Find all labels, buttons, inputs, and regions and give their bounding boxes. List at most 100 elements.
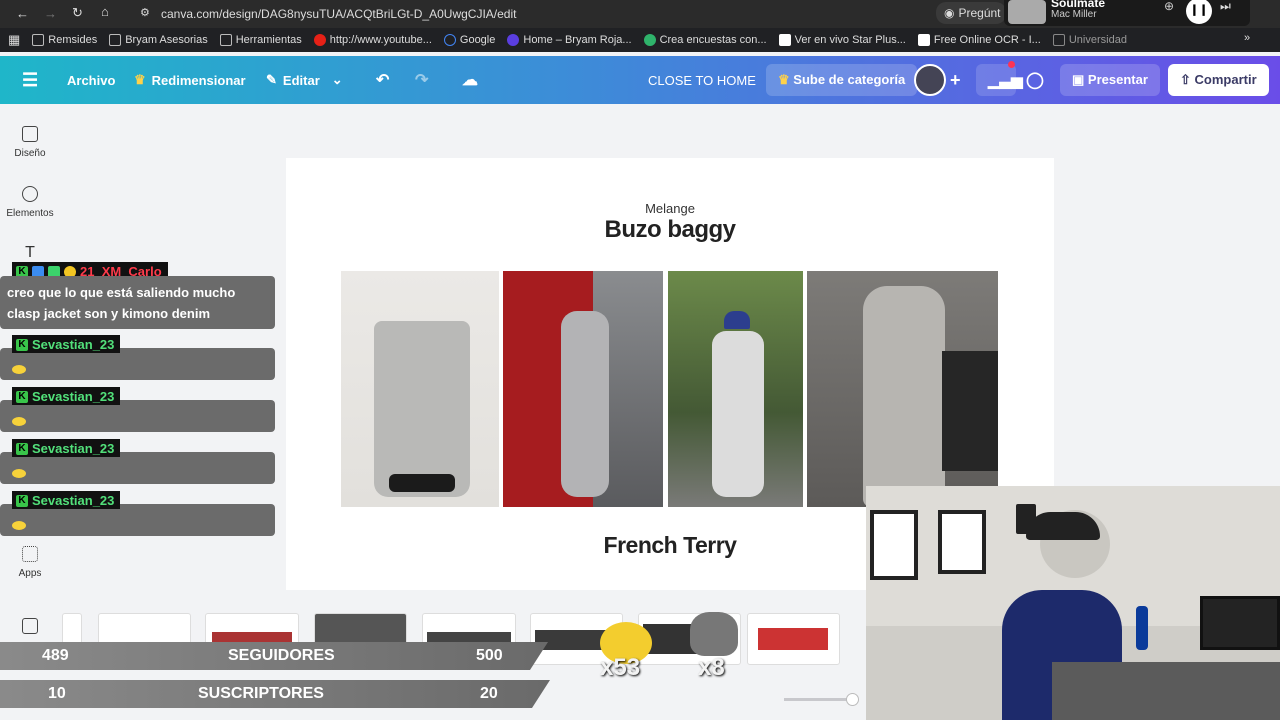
person-shape (561, 311, 609, 497)
url-text[interactable]: canva.com/design/DAG8nysuTUA/ACQtBriLGt-… (161, 7, 516, 21)
upgrade-button[interactable]: ♛ Sube de categoría (766, 64, 918, 96)
bookmark-bryam-asesorias[interactable]: Bryam Asesorias (109, 34, 208, 46)
cloud-sync-icon[interactable]: ☁ (462, 56, 478, 104)
next-track-icon[interactable]: ⏭ (1220, 0, 1231, 14)
comment-icon[interactable]: ◯ (1026, 56, 1044, 104)
site-settings-icon[interactable]: ⚙ (140, 6, 150, 19)
present-icon: ▣ (1072, 72, 1085, 87)
page-title[interactable]: Buzo baggy (286, 216, 1054, 244)
chat-username: Sevastian_23 (32, 389, 115, 404)
frame-2-shape (938, 510, 986, 574)
ask-button[interactable]: ◉ Pregúnt (936, 2, 1006, 24)
redo-icon[interactable]: ↷ (415, 56, 428, 104)
more-bookmarks-icon[interactable]: » (1244, 32, 1250, 44)
add-collaborator-icon[interactable]: + (950, 56, 961, 104)
design-title-text: CLOSE TO HOME (648, 72, 756, 88)
resize-button[interactable]: ♛ Redimensionar (134, 56, 246, 104)
emote-icon (12, 469, 26, 478)
product-photo-1[interactable] (341, 271, 499, 507)
ask-label: Pregúnt (958, 6, 1001, 20)
rail-magic-icon[interactable] (0, 618, 60, 634)
avatar[interactable] (914, 64, 946, 96)
rail-apps[interactable]: Apps (0, 546, 60, 579)
album-art (1008, 0, 1046, 24)
chat-user-header: K Sevastian_23 (12, 387, 121, 405)
design-title[interactable]: CLOSE TO HOME (648, 56, 756, 104)
rail-design-label: Diseño (14, 148, 46, 159)
bar-chart-icon: ▁▃▅ (988, 72, 1023, 89)
followers-goal-bar: 489 SEGUIDORES 500 (0, 642, 548, 670)
youtube-icon (313, 34, 326, 46)
notification-dot (1008, 61, 1015, 68)
back-icon[interactable]: ← (16, 6, 29, 21)
pause-icon[interactable]: ❙❙ (1186, 0, 1212, 24)
page-subtitle[interactable]: Melange (286, 201, 1054, 216)
bookmark-universidad[interactable]: Universidad (1052, 34, 1127, 46)
bookmark-herramientas[interactable]: Herramientas (219, 34, 302, 46)
ocr-icon (917, 34, 930, 46)
lens-icon: ◉ (944, 6, 955, 20)
bookmark-home-bryam[interactable]: Home – Bryam Roja... (507, 34, 632, 46)
frame-1-shape (870, 510, 918, 580)
bookmark-star-plus[interactable]: Ver en vivo Star Plus... (778, 34, 906, 46)
archivo-button[interactable]: Archivo (67, 56, 115, 104)
zoom-slider[interactable] (784, 698, 854, 701)
chat-message-text: creo que lo que está saliendo mucho clas… (7, 285, 236, 321)
product-photo-4[interactable] (807, 271, 998, 507)
folder-icon (219, 34, 232, 46)
stairs-shape (942, 351, 998, 471)
share-icon: ⇧ (1180, 72, 1191, 87)
apps-icon (22, 546, 38, 562)
product-photo-2[interactable] (503, 271, 663, 507)
bookmark-google[interactable]: Google (443, 34, 496, 46)
bookmark-remsides[interactable]: Remsides (32, 34, 97, 46)
chat-username: Sevastian_23 (32, 493, 115, 508)
webcam-feed (866, 486, 1280, 720)
menu-icon[interactable]: ☰ (22, 56, 38, 104)
bottle-shape (1136, 606, 1148, 650)
page-thumbnail[interactable] (747, 613, 840, 665)
home-icon[interactable]: ⌂ (101, 4, 109, 19)
rail-text-icon[interactable]: T (0, 244, 60, 262)
crown-icon: ♛ (134, 72, 146, 87)
bookmark-ocr[interactable]: Free Online OCR - I... (917, 34, 1041, 46)
folder-icon (109, 34, 122, 46)
chat-user-header: K Sevastian_23 (12, 439, 121, 457)
rail-elements[interactable]: Elementos (0, 186, 60, 219)
desk-shape (1052, 662, 1280, 720)
forward-icon[interactable]: → (44, 6, 57, 21)
pencil-icon: ✎ (266, 72, 277, 87)
add-icon[interactable]: ⊕ (1164, 0, 1174, 13)
chat-username: Sevastian_23 (32, 441, 115, 456)
undo-icon[interactable]: ↶ (376, 56, 389, 104)
bookmark-label: Remsides (48, 34, 98, 46)
insights-button[interactable]: ▁▃▅ (976, 61, 1023, 96)
monitor-shape (1200, 596, 1280, 650)
edit-dropdown[interactable]: ✎ Editar ⌄ (266, 56, 343, 104)
zoom-slider-handle[interactable] (846, 693, 859, 706)
bookmark-label: Google (459, 34, 496, 46)
survey-icon (643, 34, 656, 46)
product-photo-3[interactable] (668, 271, 803, 507)
apps-grid-icon[interactable]: ▦ (8, 32, 20, 48)
bookmark-youtube[interactable]: http://www.youtube... (313, 34, 432, 46)
kick-badge-icon: K (16, 390, 28, 403)
crown-icon: ♛ (778, 72, 790, 87)
browser-url-bar: ← → ↻ ⌂ ⚙ canva.com/design/DAG8nysuTUA/A… (0, 0, 1280, 28)
rail-design[interactable]: Diseño (0, 126, 60, 159)
kick-badge-icon: K (16, 494, 28, 507)
bookmark-label: Herramientas (235, 34, 302, 46)
bookmark-label: Ver en vivo Star Plus... (794, 34, 906, 46)
present-button[interactable]: ▣ Presentar (1060, 64, 1160, 96)
emote-icon (12, 417, 26, 426)
bookmark-label: Bryam Asesorias (125, 34, 208, 46)
reload-icon[interactable]: ↻ (72, 5, 83, 21)
chat-username: Sevastian_23 (32, 337, 115, 352)
page-icon (778, 34, 791, 46)
emote-seal-icon (690, 612, 738, 656)
bookmark-encuestas[interactable]: Crea encuestas con... (643, 34, 767, 46)
share-button[interactable]: ⇧ Compartir (1168, 64, 1269, 96)
rail-elements-label: Elementos (6, 208, 54, 219)
sparkle-icon (22, 618, 38, 634)
followers-goal: 500 (476, 647, 503, 664)
